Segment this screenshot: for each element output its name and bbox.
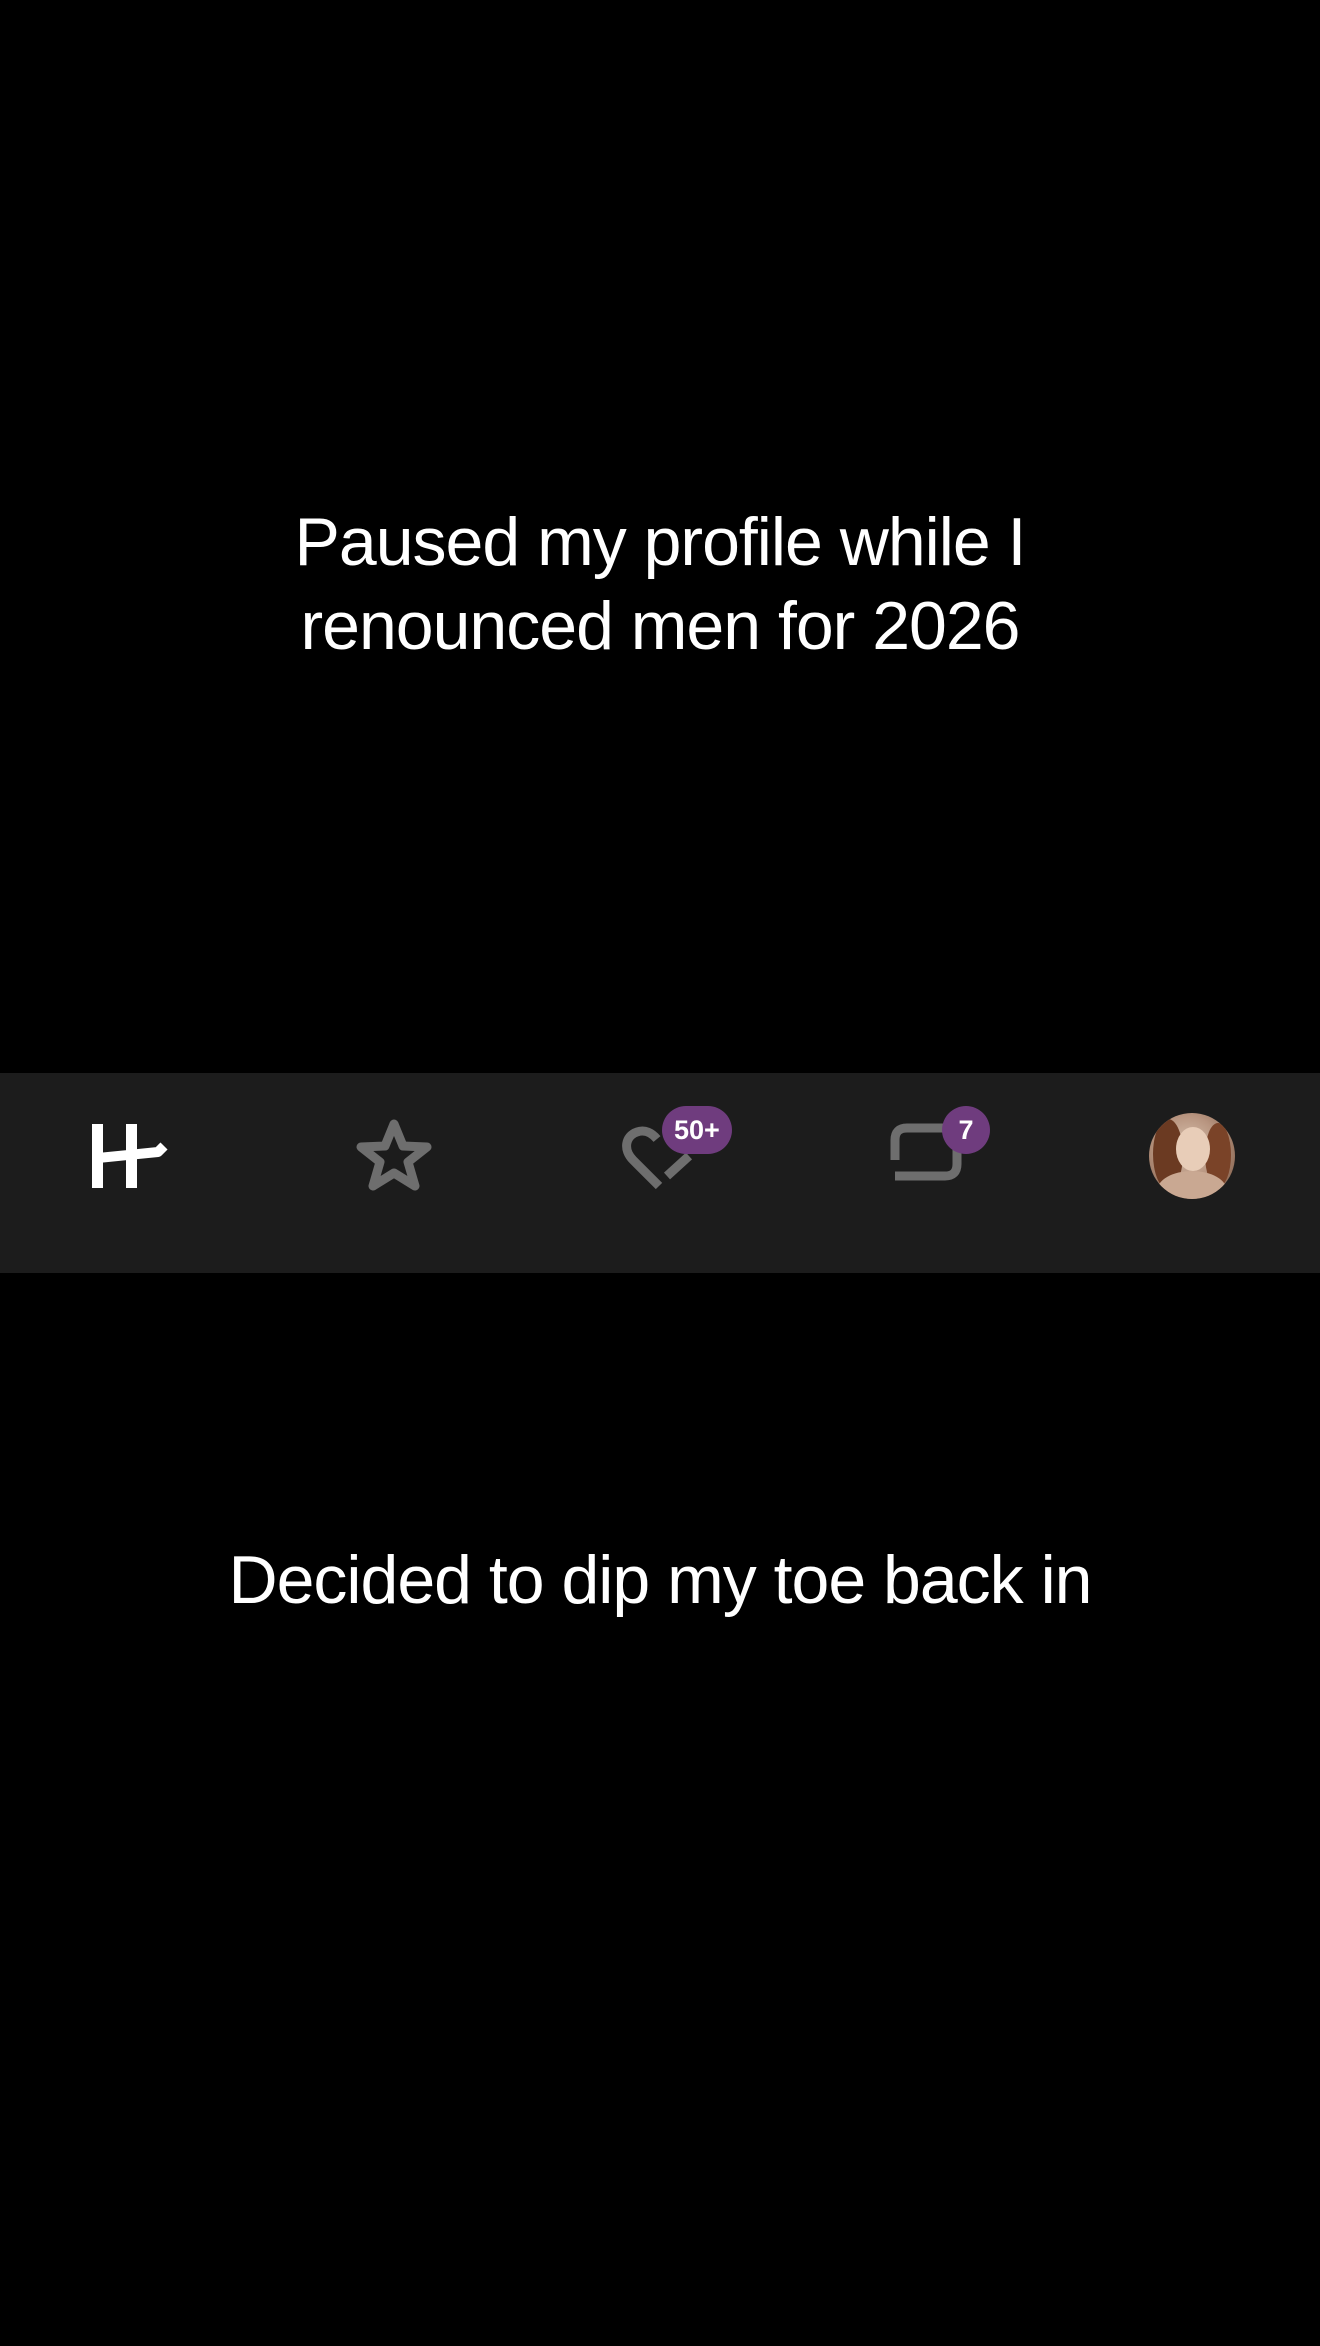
- bottom-tab-bar: 50+ 7: [0, 1073, 1320, 1273]
- tab-home[interactable]: [68, 1101, 188, 1211]
- star-icon: [356, 1119, 432, 1191]
- hinge-logo-icon: [92, 1124, 168, 1188]
- tab-standouts[interactable]: [334, 1101, 454, 1211]
- matches-count-badge: 7: [942, 1106, 990, 1154]
- likes-count-badge: 50+: [662, 1106, 732, 1154]
- caption-bottom: Decided to dip my toe back in: [228, 1542, 1092, 1618]
- caption-top: Paused my profile while I renounced men …: [0, 500, 1320, 668]
- tab-matches[interactable]: 7: [866, 1101, 990, 1211]
- tab-likes-you[interactable]: 50+: [600, 1101, 732, 1211]
- tab-profile[interactable]: [1132, 1101, 1252, 1211]
- avatar: [1149, 1113, 1235, 1199]
- caption-top-line-1: Paused my profile while I: [294, 504, 1027, 580]
- caption-top-line-2: renounced men for 2026: [300, 588, 1021, 664]
